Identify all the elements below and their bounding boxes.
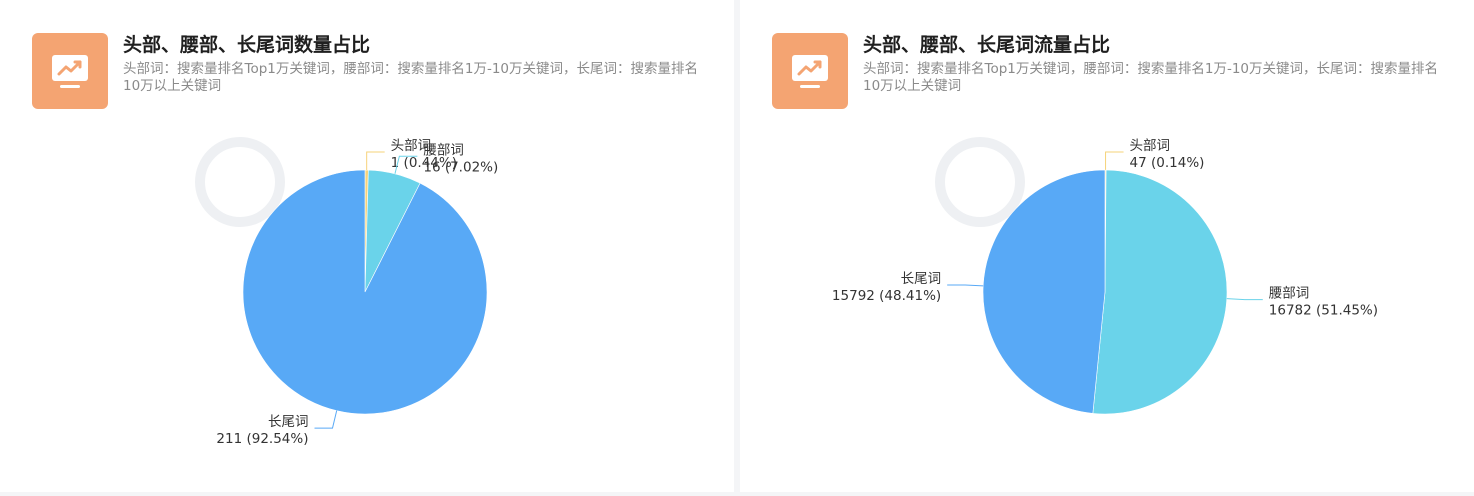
slice-name-label: 长尾词 (268, 414, 309, 430)
slice-name-label: 腰部词 (423, 142, 464, 158)
slice-name-label: 腰部词 (1269, 286, 1310, 302)
trend-chart-icon (772, 33, 848, 109)
slice-name-label: 头部词 (1130, 138, 1171, 154)
slice-value-label: 16782 (51.45%) (1269, 303, 1378, 319)
leader-line (1226, 298, 1263, 301)
slice-value-label: 16 (7.02%) (423, 159, 498, 175)
slice-name-label: 长尾词 (901, 271, 942, 287)
chart-panel-count: 头部、腰部、长尾词数量占比 头部词：搜索量排名Top1万关键词，腰部词：搜索量排… (0, 0, 734, 492)
slice-value-label: 47 (0.14%) (1130, 155, 1205, 171)
leader-line (366, 151, 385, 171)
chart-subtitle: 头部词：搜索量排名Top1万关键词，腰部词：搜索量排名1万-10万关键词，长尾词… (863, 61, 1439, 94)
chart-title: 头部、腰部、长尾词数量占比 (123, 34, 371, 56)
chart-panel-traffic: 头部、腰部、长尾词流量占比 头部词：搜索量排名Top1万关键词，腰部词：搜索量排… (740, 0, 1474, 492)
pie-slice-long[interactable] (982, 169, 1106, 414)
watermark-shape (195, 137, 285, 227)
slice-value-label: 211 (92.54%) (216, 431, 308, 447)
pie-slice-waist[interactable] (1092, 169, 1228, 415)
chart-subtitle: 头部词：搜索量排名Top1万关键词，腰部词：搜索量排名1万-10万关键词，长尾词… (123, 61, 699, 94)
leader-line (314, 410, 338, 429)
pie-slice-long[interactable] (242, 169, 488, 415)
chart-title: 头部、腰部、长尾词流量占比 (863, 34, 1111, 56)
trend-chart-icon (32, 33, 108, 109)
leader-line (1105, 151, 1124, 171)
pie-chart-traffic: 头部词47 (0.14%) 腰部词16782 (51.45%) 长尾词15792 (… (832, 137, 1378, 415)
slice-value-label: 15792 (48.41%) (832, 288, 941, 304)
watermark-shape (935, 137, 1025, 227)
pie-chart-count: 头部词1 (0.44%)腰部词16 (7.02%)长尾词211 (92.54%) (195, 137, 498, 447)
leader-line (947, 284, 984, 287)
